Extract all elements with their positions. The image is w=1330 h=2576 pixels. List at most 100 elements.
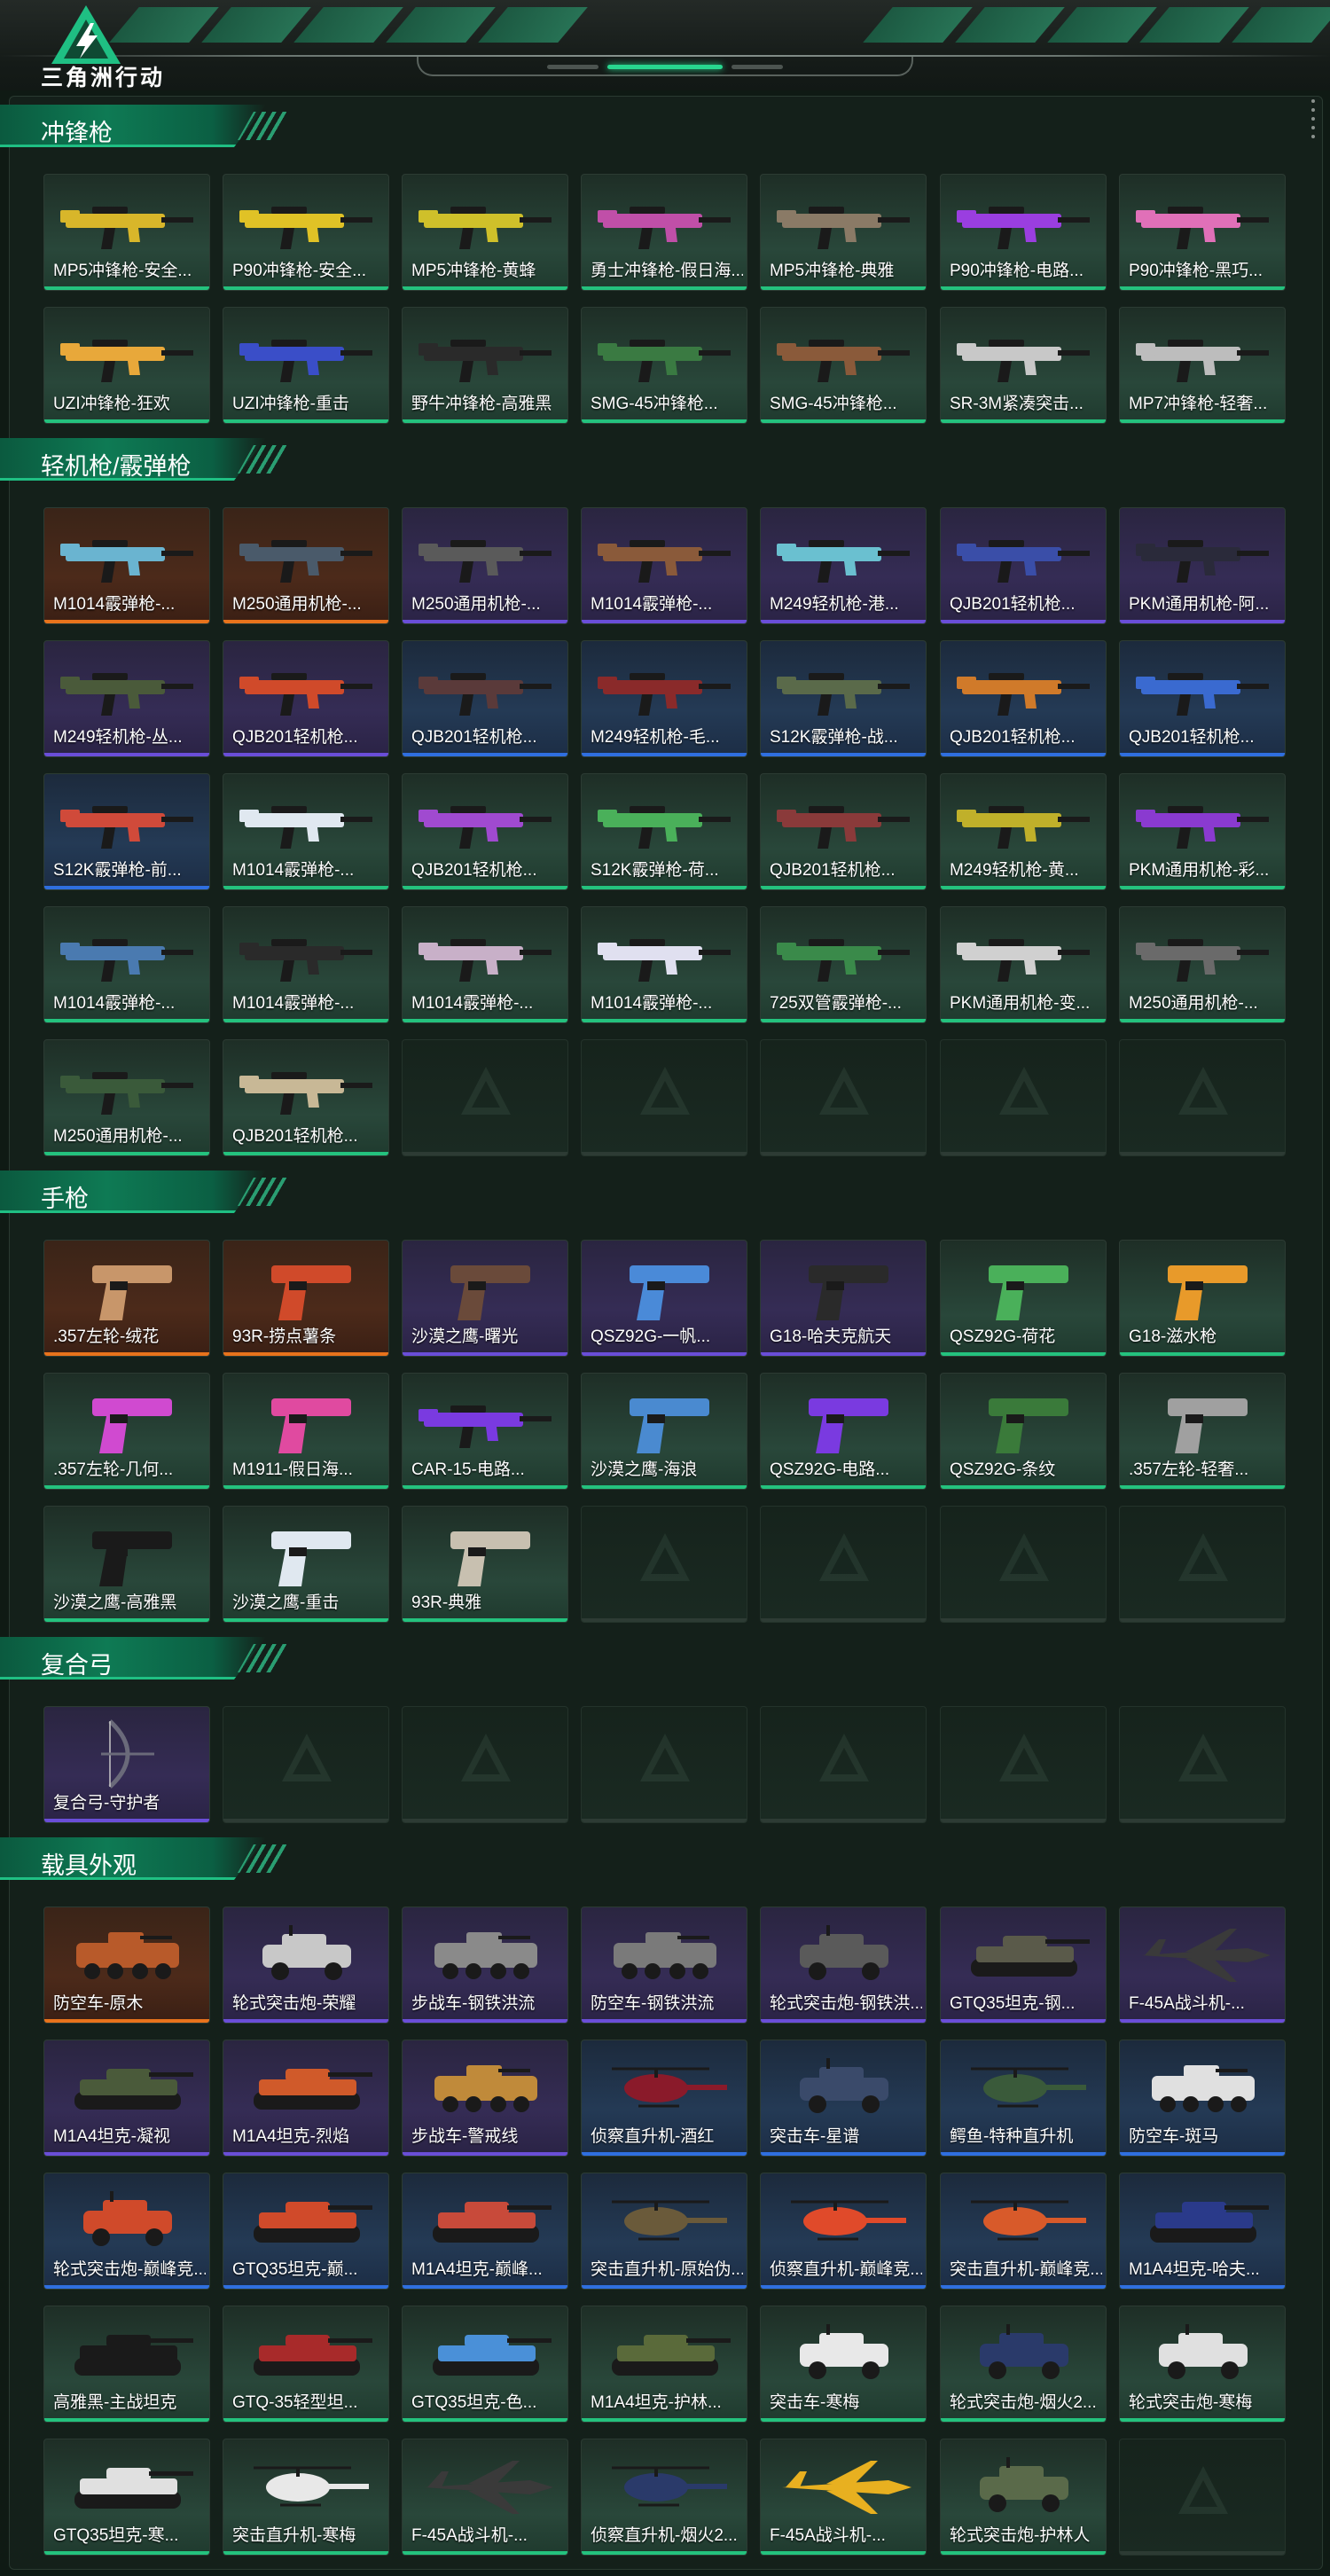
skin-card[interactable]: M1A4坦克-巅峰... (402, 2173, 568, 2290)
skin-card[interactable]: 轮式突击炮-烟火2... (940, 2306, 1107, 2423)
skin-card[interactable]: UZI冲锋枪-重击 (223, 307, 389, 424)
skin-card[interactable]: M1A4坦克-哈夫... (1119, 2173, 1286, 2290)
skin-card[interactable]: M1014霰弹枪-... (223, 773, 389, 890)
skin-card[interactable]: 93R-典雅 (402, 1506, 568, 1623)
skin-card[interactable]: M1A4坦克-凝视 (43, 2040, 210, 2157)
skin-name: 野牛冲锋枪-高雅黑 (411, 395, 552, 413)
skin-card[interactable]: 防空车-原木 (43, 1907, 210, 2024)
skin-card[interactable]: GTQ-35轻型坦... (223, 2306, 389, 2423)
skin-card[interactable]: SMG-45冲锋枪... (581, 307, 747, 424)
skin-card[interactable]: 轮式突击炮-巅峰竞... (43, 2173, 210, 2290)
skin-card[interactable]: M250通用机枪-... (1119, 906, 1286, 1023)
skin-card[interactable]: G18-哈夫克航天 (760, 1240, 927, 1357)
skin-card[interactable]: .357左轮-绒花 (43, 1240, 210, 1357)
skin-card[interactable]: P90冲锋枪-电路... (940, 174, 1107, 291)
skin-card[interactable]: GTQ35坦克-钢... (940, 1907, 1107, 2024)
skin-card[interactable]: 轮式突击炮-荣耀 (223, 1907, 389, 2024)
skin-card[interactable]: S12K霰弹枪-荷... (581, 773, 747, 890)
skin-card[interactable]: M249轻机枪-丛... (43, 640, 210, 757)
tank-skin-icon (971, 1936, 1090, 1977)
skin-card[interactable]: F-45A战斗机-... (760, 2439, 927, 2556)
skin-card[interactable]: 沙漠之鹰-重击 (223, 1506, 389, 1623)
skin-card[interactable]: M250通用机枪-... (43, 1039, 210, 1156)
skin-card[interactable]: F-45A战斗机-... (1119, 1907, 1286, 2024)
skin-card[interactable]: 突击直升机-原始伪... (581, 2173, 747, 2290)
skin-card[interactable]: QJB201轻机枪... (402, 773, 568, 890)
skin-card[interactable]: M1014霰弹枪-... (402, 906, 568, 1023)
skin-card[interactable]: M1014霰弹枪-... (581, 906, 747, 1023)
skin-card[interactable]: 防空车-斑马 (1119, 2040, 1286, 2157)
skin-card[interactable]: M1014霰弹枪-... (43, 507, 210, 624)
skin-card[interactable]: .357左轮-轻奢... (1119, 1373, 1286, 1490)
skin-card[interactable]: 高雅黑-主战坦克 (43, 2306, 210, 2423)
skin-card[interactable]: 沙漠之鹰-曙光 (402, 1240, 568, 1357)
skin-card[interactable]: S12K霰弹枪-战... (760, 640, 927, 757)
skin-card[interactable]: 725双管霰弹枪-... (760, 906, 927, 1023)
skin-card[interactable]: GTQ35坦克-寒... (43, 2439, 210, 2556)
skin-card[interactable]: QSZ92G-荷花 (940, 1240, 1107, 1357)
skin-card[interactable]: P90冲锋枪-安全... (223, 174, 389, 291)
skin-card[interactable]: CAR-15-电路... (402, 1373, 568, 1490)
skin-card[interactable]: QJB201轻机枪... (402, 640, 568, 757)
skin-card[interactable]: PKM通用机枪-彩... (1119, 773, 1286, 890)
skin-card[interactable]: M1014霰弹枪-... (223, 906, 389, 1023)
skin-card[interactable]: M1911-假日海... (223, 1373, 389, 1490)
skin-card[interactable]: M249轻机枪-毛... (581, 640, 747, 757)
skin-card[interactable]: 鳄鱼-特种直升机 (940, 2040, 1107, 2157)
skin-card[interactable]: QJB201轻机枪... (1119, 640, 1286, 757)
skin-card[interactable]: M1A4坦克-烈焰 (223, 2040, 389, 2157)
skin-card[interactable]: 突击车-寒梅 (760, 2306, 927, 2423)
skin-card[interactable]: PKM通用机枪-阿... (1119, 507, 1286, 624)
skin-card[interactable]: M1014霰弹枪-... (43, 906, 210, 1023)
skin-card[interactable]: SMG-45冲锋枪... (760, 307, 927, 424)
skin-card[interactable]: 沙漠之鹰-海浪 (581, 1373, 747, 1490)
skin-card[interactable]: QJB201轻机枪... (940, 640, 1107, 757)
skin-card[interactable]: 步战车-警戒线 (402, 2040, 568, 2157)
skin-card[interactable]: MP5冲锋枪-黄蜂 (402, 174, 568, 291)
skin-card[interactable]: QJB201轻机枪... (223, 640, 389, 757)
skin-card[interactable]: S12K霰弹枪-前... (43, 773, 210, 890)
skin-card[interactable]: 突击车-星谱 (760, 2040, 927, 2157)
skin-card[interactable]: 步战车-钢铁洪流 (402, 1907, 568, 2024)
skin-card[interactable]: GTQ35坦克-色... (402, 2306, 568, 2423)
skin-card[interactable]: SR-3M紧凑突击... (940, 307, 1107, 424)
skin-card[interactable]: M249轻机枪-黄... (940, 773, 1107, 890)
skin-card[interactable]: 侦察直升机-烟火2... (581, 2439, 747, 2556)
scrollbar-handle[interactable] (1310, 99, 1316, 153)
skin-card[interactable]: MP5冲锋枪-安全... (43, 174, 210, 291)
skin-card[interactable]: 侦察直升机-酒红 (581, 2040, 747, 2157)
skin-card[interactable]: 轮式突击炮-钢铁洪... (760, 1907, 927, 2024)
skin-card[interactable]: 防空车-钢铁洪流 (581, 1907, 747, 2024)
skin-card[interactable]: F-45A战斗机-... (402, 2439, 568, 2556)
skin-card[interactable]: M1A4坦克-护林... (581, 2306, 747, 2423)
skin-card[interactable]: .357左轮-几何... (43, 1373, 210, 1490)
skin-card[interactable]: MP7冲锋枪-轻奢... (1119, 307, 1286, 424)
skin-card[interactable]: 侦察直升机-巅峰竞... (760, 2173, 927, 2290)
skin-card[interactable]: 轮式突击炮-寒梅 (1119, 2306, 1286, 2423)
skin-card[interactable]: QJB201轻机枪... (940, 507, 1107, 624)
skin-card[interactable]: QSZ92G-电路... (760, 1373, 927, 1490)
skin-card[interactable]: 突击直升机-寒梅 (223, 2439, 389, 2556)
skin-card[interactable]: 沙漠之鹰-高雅黑 (43, 1506, 210, 1623)
skin-card[interactable]: P90冲锋枪-黑巧... (1119, 174, 1286, 291)
skin-card[interactable]: QSZ92G-条纹 (940, 1373, 1107, 1490)
skin-card[interactable]: 复合弓-守护者 (43, 1706, 210, 1823)
skin-card[interactable]: M249轻机枪-港... (760, 507, 927, 624)
skin-card[interactable]: 轮式突击炮-护林人 (940, 2439, 1107, 2556)
skin-card[interactable]: QJB201轻机枪... (223, 1039, 389, 1156)
skin-card[interactable]: 93R-捞点薯条 (223, 1240, 389, 1357)
skin-card[interactable]: 勇士冲锋枪-假日海... (581, 174, 747, 291)
skin-card[interactable]: M250通用机枪-... (402, 507, 568, 624)
skin-card[interactable]: GTQ35坦克-巅... (223, 2173, 389, 2290)
skin-card[interactable]: 野牛冲锋枪-高雅黑 (402, 307, 568, 424)
heli-skin-icon (791, 2200, 906, 2241)
skin-card[interactable]: QSZ92G-一帆... (581, 1240, 747, 1357)
skin-card[interactable]: M250通用机枪-... (223, 507, 389, 624)
skin-card[interactable]: M1014霰弹枪-... (581, 507, 747, 624)
skin-card[interactable]: PKM通用机枪-变... (940, 906, 1107, 1023)
skin-card[interactable]: G18-滋水枪 (1119, 1240, 1286, 1357)
skin-card[interactable]: QJB201轻机枪... (760, 773, 927, 890)
skin-card[interactable]: UZI冲锋枪-狂欢 (43, 307, 210, 424)
skin-card[interactable]: MP5冲锋枪-典雅 (760, 174, 927, 291)
skin-card[interactable]: 突击直升机-巅峰竞... (940, 2173, 1107, 2290)
